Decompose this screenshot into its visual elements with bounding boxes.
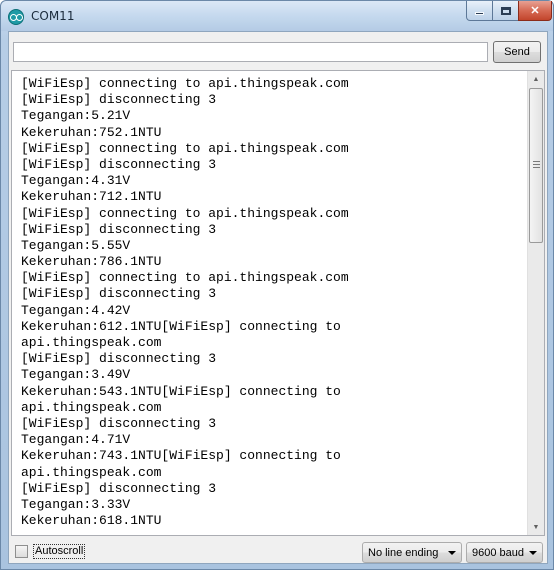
output-line: Kekeruhan:786.1NTU (21, 254, 162, 270)
autoscroll-label[interactable]: Autoscroll (33, 544, 86, 559)
minimize-button[interactable] (466, 1, 493, 21)
serial-output[interactable]: [WiFiEsp] connecting to api.thingspeak.c… (11, 70, 545, 536)
footer-bar: Autoscroll No line ending 9600 baud (9, 538, 547, 564)
vertical-scrollbar[interactable]: ▲ ▼ (527, 71, 544, 535)
output-line: api.thingspeak.com (21, 464, 162, 480)
output-line: Tegangan:4.31V (21, 173, 131, 189)
scroll-up-icon[interactable]: ▲ (528, 71, 544, 87)
arduino-icon (8, 9, 24, 25)
baud-rate-value: 9600 baud (472, 547, 524, 559)
client-area: Send [WiFiEsp] connecting to api.thingsp… (8, 31, 548, 564)
close-button[interactable]: ✕ (518, 1, 552, 21)
title-bar[interactable]: COM11 ✕ (1, 1, 553, 31)
output-line: Kekeruhan:752.1NTU (21, 124, 162, 140)
send-row: Send (9, 32, 547, 68)
output-line: [WiFiEsp] disconnecting 3 (21, 156, 217, 172)
serial-input[interactable] (13, 42, 488, 62)
serial-monitor-window: COM11 ✕ Send [WiFiEsp] connecting to api… (0, 0, 554, 570)
output-line: [WiFiEsp] disconnecting 3 (21, 221, 217, 237)
maximize-icon (500, 6, 511, 15)
minimize-icon (475, 12, 484, 15)
close-icon: ✕ (530, 5, 540, 17)
output-line: Tegangan:3.49V (21, 367, 131, 383)
output-line: api.thingspeak.com (21, 399, 162, 415)
line-ending-select[interactable]: No line ending (362, 542, 462, 563)
maximize-button[interactable] (492, 1, 519, 21)
output-line: Kekeruhan:743.1NTU[WiFiEsp] connecting t… (21, 448, 341, 464)
autoscroll-checkbox[interactable] (15, 545, 28, 558)
baud-rate-select[interactable]: 9600 baud (466, 542, 543, 563)
send-button[interactable]: Send (493, 41, 541, 63)
line-ending-value: No line ending (368, 547, 439, 559)
output-line: [WiFiEsp] disconnecting 3 (21, 92, 217, 108)
output-line: Tegangan:5.55V (21, 237, 131, 253)
output-text: [WiFiEsp] connecting to api.thingspeak.c… (21, 76, 526, 529)
output-line: [WiFiEsp] connecting to api.thingspeak.c… (21, 205, 349, 221)
output-line: Kekeruhan:543.1NTU[WiFiEsp] connecting t… (21, 383, 341, 399)
output-line: Kekeruhan:618.1NTU (21, 513, 162, 529)
output-line: [WiFiEsp] disconnecting 3 (21, 286, 217, 302)
scroll-down-icon[interactable]: ▼ (528, 519, 544, 535)
output-line: [WiFiEsp] connecting to api.thingspeak.c… (21, 76, 349, 91)
output-line: [WiFiEsp] disconnecting 3 (21, 480, 217, 496)
output-line: Kekeruhan:712.1NTU (21, 189, 162, 205)
output-line: Tegangan:3.33V (21, 496, 131, 512)
output-line: Tegangan:4.42V (21, 302, 131, 318)
scroll-thumb[interactable] (529, 88, 543, 243)
grip-icon (533, 161, 540, 168)
output-line: [WiFiEsp] connecting to api.thingspeak.c… (21, 140, 349, 156)
output-line: Tegangan:5.21V (21, 108, 131, 124)
output-line: [WiFiEsp] disconnecting 3 (21, 351, 217, 367)
output-line: api.thingspeak.com (21, 335, 162, 350)
output-line: Tegangan:4.71V (21, 432, 131, 448)
output-line: [WiFiEsp] disconnecting 3 (21, 415, 217, 431)
output-line: Kekeruhan:612.1NTU[WiFiEsp] connecting t… (21, 318, 341, 334)
output-line: [WiFiEsp] connecting to api.thingspeak.c… (21, 270, 349, 286)
chevron-down-icon (448, 551, 456, 555)
window-title: COM11 (31, 9, 75, 23)
chevron-down-icon (529, 551, 537, 555)
